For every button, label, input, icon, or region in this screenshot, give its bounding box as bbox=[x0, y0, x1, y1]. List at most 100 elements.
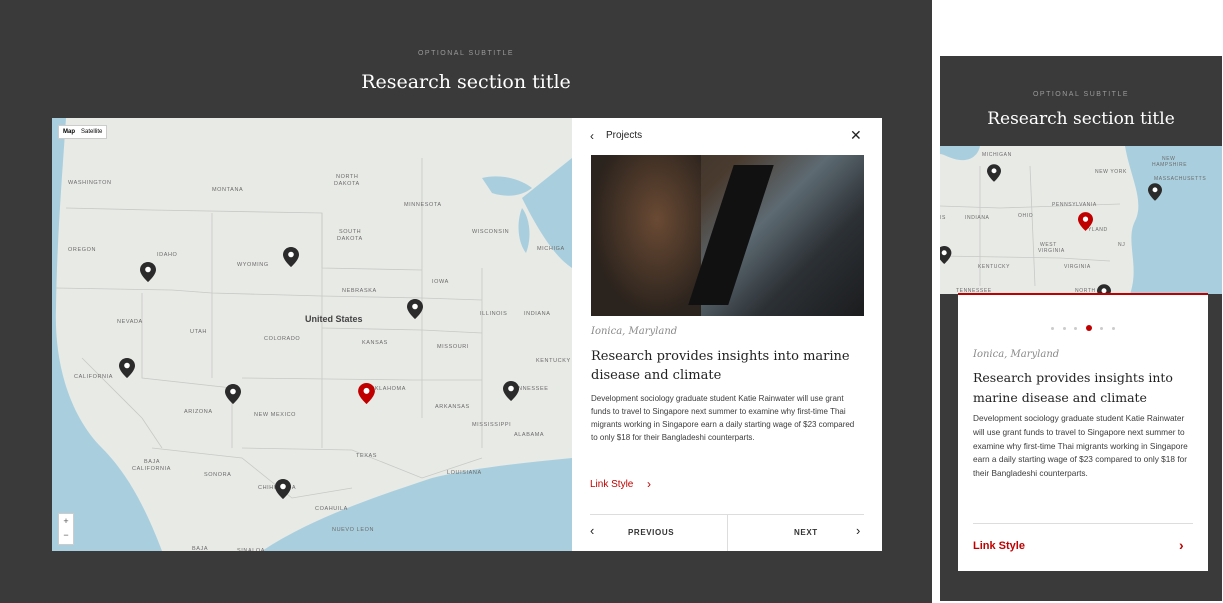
svg-text:UTAH: UTAH bbox=[190, 329, 207, 335]
svg-text:IS: IS bbox=[940, 215, 946, 221]
svg-text:NEBRASKA: NEBRASKA bbox=[342, 288, 377, 294]
close-icon[interactable]: ✕ bbox=[850, 127, 862, 144]
back-chevron-icon[interactable]: ‹ bbox=[590, 129, 594, 143]
project-headline: Research provides insights into marine d… bbox=[591, 349, 850, 383]
svg-text:MASSACHUSETTS: MASSACHUSETTS bbox=[1154, 176, 1206, 182]
svg-text:MISSISSIPPI: MISSISSIPPI bbox=[472, 422, 511, 428]
svg-text:MICHIGAN: MICHIGAN bbox=[982, 152, 1012, 158]
svg-text:MICHIGA: MICHIGA bbox=[537, 246, 565, 252]
svg-text:KENTUCKY: KENTUCKY bbox=[978, 264, 1010, 270]
svg-text:SOUTH: SOUTH bbox=[339, 229, 361, 235]
next-button[interactable]: NEXT bbox=[794, 528, 818, 537]
carousel-dot[interactable] bbox=[1062, 327, 1066, 330]
map-type-map[interactable]: Map bbox=[63, 129, 75, 135]
map-type-satellite[interactable]: Satellite bbox=[81, 129, 102, 135]
carousel-dot[interactable] bbox=[1111, 327, 1115, 330]
next-chevron-icon[interactable]: › bbox=[856, 523, 860, 538]
svg-text:DAKOTA: DAKOTA bbox=[337, 236, 363, 242]
svg-text:SINALOA: SINALOA bbox=[237, 548, 265, 551]
map-pin-icon[interactable] bbox=[275, 479, 291, 499]
svg-text:ARIZONA: ARIZONA bbox=[184, 409, 213, 415]
link-chevron-right-icon: › bbox=[647, 477, 651, 491]
map-pin-icon[interactable] bbox=[503, 381, 519, 401]
divider bbox=[727, 515, 728, 551]
map-pin-icon[interactable] bbox=[407, 299, 423, 319]
mobile-project-link[interactable]: Link Style bbox=[973, 540, 1025, 552]
svg-text:OREGON: OREGON bbox=[68, 247, 96, 253]
svg-text:BAJA: BAJA bbox=[192, 546, 208, 551]
section-subtitle: OPTIONAL SUBTITLE bbox=[417, 50, 515, 57]
svg-text:NNESSEE: NNESSEE bbox=[518, 386, 549, 392]
svg-text:ILLINOIS: ILLINOIS bbox=[480, 311, 507, 317]
svg-text:NEW MEXICO: NEW MEXICO bbox=[254, 412, 296, 418]
map-view[interactable]: WASHINGTON MONTANA NORTH DAKOTA MINNESOTA… bbox=[52, 118, 572, 551]
svg-text:INDIANA: INDIANA bbox=[965, 215, 990, 221]
svg-text:DAKOTA: DAKOTA bbox=[334, 181, 360, 187]
previous-chevron-icon[interactable]: ‹ bbox=[590, 523, 594, 538]
zoom-control[interactable]: + − bbox=[58, 513, 74, 545]
svg-text:LOUISIANA: LOUISIANA bbox=[447, 470, 482, 476]
svg-text:IDAHO: IDAHO bbox=[157, 252, 178, 258]
map-pin-icon[interactable] bbox=[940, 246, 952, 264]
map-pin-icon[interactable] bbox=[1148, 183, 1162, 201]
map-pin-icon[interactable] bbox=[225, 384, 241, 404]
project-link[interactable]: Link Style bbox=[590, 479, 633, 490]
svg-text:KANSAS: KANSAS bbox=[362, 340, 388, 346]
svg-text:NJ: NJ bbox=[1118, 242, 1125, 248]
mobile-section-title: Research section title bbox=[987, 109, 1175, 129]
svg-text:NEW YORK: NEW YORK bbox=[1095, 169, 1127, 175]
mobile-project-card: Ionica, Maryland Research provides insig… bbox=[958, 293, 1208, 571]
zoom-in-button[interactable]: + bbox=[59, 514, 73, 528]
svg-text:INDIANA: INDIANA bbox=[524, 311, 551, 317]
carousel-dot[interactable] bbox=[1100, 327, 1104, 330]
svg-text:WISCONSIN: WISCONSIN bbox=[472, 229, 509, 235]
svg-text:NORTH: NORTH bbox=[336, 174, 358, 180]
svg-text:WYOMING: WYOMING bbox=[237, 262, 269, 268]
map-type-toggle[interactable]: Map Satellite bbox=[58, 125, 108, 139]
project-detail-panel: ‹ Projects ✕ Ionica, Maryland Research p… bbox=[572, 118, 882, 551]
map-pin-selected-icon[interactable] bbox=[358, 383, 375, 404]
project-description: Development sociology graduate student K… bbox=[591, 394, 855, 442]
svg-text:NEVADA: NEVADA bbox=[117, 319, 143, 325]
project-location: Ionica, Maryland bbox=[591, 326, 678, 337]
mobile-section-subtitle: OPTIONAL SUBTITLE bbox=[1032, 91, 1130, 98]
zoom-out-button[interactable]: − bbox=[59, 528, 73, 542]
section-title: Research section title bbox=[361, 71, 571, 93]
map-pin-icon[interactable] bbox=[119, 358, 135, 378]
divider bbox=[973, 523, 1193, 524]
map-pin-icon[interactable] bbox=[987, 164, 1001, 182]
svg-text:NUEVO LEON: NUEVO LEON bbox=[332, 527, 374, 533]
carousel-indicator[interactable] bbox=[958, 317, 1208, 335]
svg-text:CALIFORNIA: CALIFORNIA bbox=[74, 374, 113, 380]
previous-button[interactable]: PREVIOUS bbox=[628, 528, 674, 537]
back-to-projects-link[interactable]: Projects bbox=[606, 130, 642, 141]
svg-text:OKLAHOMA: OKLAHOMA bbox=[370, 386, 406, 392]
link-chevron-right-icon[interactable]: › bbox=[1179, 537, 1184, 553]
svg-text:TEXAS: TEXAS bbox=[356, 453, 377, 459]
carousel-dot[interactable] bbox=[1051, 327, 1055, 330]
map-canvas[interactable]: WASHINGTON MONTANA NORTHDAKOTA MINNESOTA… bbox=[52, 118, 572, 551]
mobile-project-headline: Research provides insights into marine d… bbox=[973, 370, 1173, 405]
svg-text:MONTANA: MONTANA bbox=[212, 187, 243, 193]
carousel-dot[interactable] bbox=[1074, 327, 1078, 330]
map-pin-selected-icon[interactable] bbox=[1078, 212, 1093, 231]
svg-text:ARKANSAS: ARKANSAS bbox=[435, 404, 470, 410]
map-pin-icon[interactable] bbox=[140, 262, 156, 282]
svg-text:BAJA: BAJA bbox=[144, 459, 160, 465]
svg-text:OHIO: OHIO bbox=[1018, 213, 1033, 219]
svg-text:HAMPSHIRE: HAMPSHIRE bbox=[1152, 162, 1187, 168]
svg-text:COAHUILA: COAHUILA bbox=[315, 506, 348, 512]
carousel-dot-active[interactable] bbox=[1085, 325, 1092, 331]
svg-text:CALIFORNIA: CALIFORNIA bbox=[132, 466, 171, 472]
svg-text:SONORA: SONORA bbox=[204, 472, 231, 478]
svg-text:KENTUCKY: KENTUCKY bbox=[536, 358, 571, 364]
svg-text:IOWA: IOWA bbox=[432, 279, 449, 285]
map-pin-icon[interactable] bbox=[283, 247, 299, 267]
svg-text:COLORADO: COLORADO bbox=[264, 336, 300, 342]
svg-text:VIRGINIA: VIRGINIA bbox=[1064, 264, 1091, 270]
svg-text:VIRGINIA: VIRGINIA bbox=[1038, 248, 1065, 254]
project-photo bbox=[591, 155, 864, 316]
svg-text:MINNESOTA: MINNESOTA bbox=[404, 202, 442, 208]
country-label: United States bbox=[305, 314, 363, 324]
mobile-project-description: Development sociology graduate student K… bbox=[973, 413, 1188, 479]
